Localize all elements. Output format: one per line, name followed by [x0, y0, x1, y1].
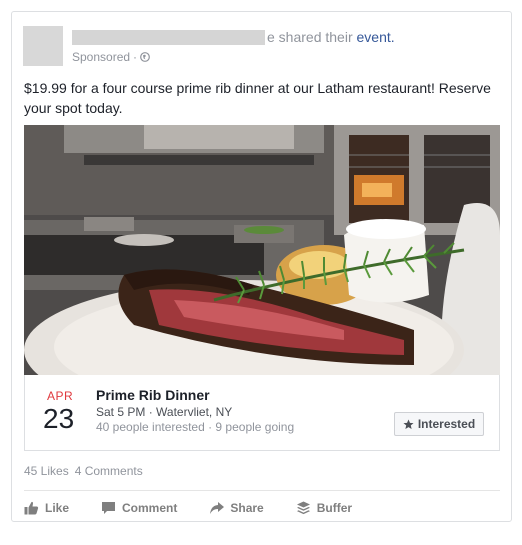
- buffer-stack-icon: [296, 501, 310, 515]
- buffer-button[interactable]: Buffer: [296, 501, 352, 515]
- share-arrow-icon: [210, 502, 225, 514]
- sponsored-line: Sponsored ·: [72, 50, 150, 64]
- shared-line: e shared their event.: [267, 29, 395, 45]
- like-label: Like: [45, 501, 70, 515]
- star-icon: [403, 419, 414, 429]
- likes-count[interactable]: 45 Likes: [24, 464, 69, 478]
- sponsored-label[interactable]: Sponsored: [72, 50, 130, 64]
- interested-label: Interested: [417, 417, 476, 431]
- interested-button[interactable]: Interested: [394, 412, 484, 436]
- globe-icon[interactable]: [140, 52, 150, 62]
- event-title[interactable]: Prime Rib Dinner: [96, 387, 210, 403]
- page-avatar[interactable]: [23, 26, 63, 66]
- event-details[interactable]: APR 23 Prime Rib Dinner Sat 5 PM · Water…: [24, 375, 500, 451]
- share-button[interactable]: Share: [209, 501, 264, 515]
- action-bar: Like Comment Share Buffer: [24, 496, 500, 520]
- post-text: $19.99 for a four course prime rib dinne…: [24, 80, 491, 116]
- sponsored-post-card: e shared their event. Sponsored · $19.99…: [11, 11, 512, 522]
- shared-suffix: e shared their: [267, 29, 353, 45]
- comment-button[interactable]: Comment: [101, 501, 177, 515]
- separator-dot: ·: [133, 50, 138, 64]
- event-link[interactable]: event.: [357, 29, 395, 45]
- buffer-label: Buffer: [316, 501, 353, 515]
- comment-label: Comment: [122, 501, 178, 515]
- event-time-location: Sat 5 PM · Watervliet, NY: [96, 405, 233, 419]
- event-attendance: 40 people interested · 9 people going: [96, 420, 295, 434]
- share-label: Share: [230, 501, 264, 515]
- like-button[interactable]: Like: [24, 501, 69, 515]
- reaction-counts: 45 Likes 4 Comments: [24, 464, 143, 478]
- event-day: 23: [43, 403, 75, 434]
- event-month: APR: [47, 389, 74, 403]
- redacted-page-name[interactable]: [72, 30, 265, 45]
- comments-count[interactable]: 4 Comments: [75, 464, 143, 478]
- thumbs-up-icon: [24, 501, 39, 515]
- event-photo[interactable]: [24, 125, 500, 375]
- comment-bubble-icon: [102, 502, 116, 514]
- divider: [24, 490, 500, 491]
